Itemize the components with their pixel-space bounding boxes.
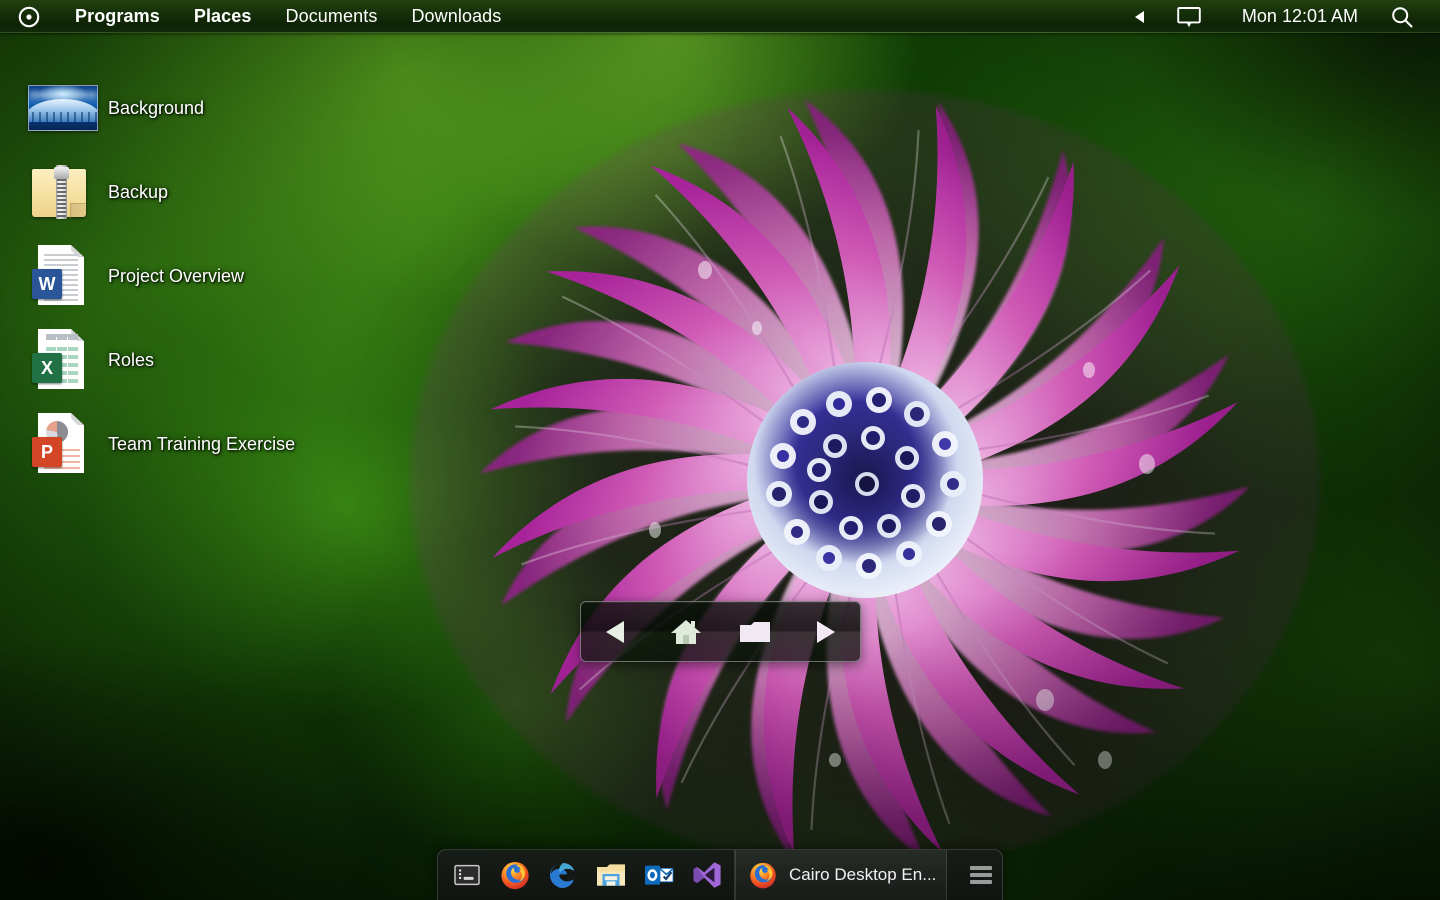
powerpoint-document-icon: P	[28, 413, 90, 475]
hamburger-menu-icon[interactable]	[960, 850, 1002, 900]
taskbar-item-firefox[interactable]	[495, 855, 535, 895]
desktop-icon-background[interactable]: Background	[0, 66, 360, 150]
terminal-icon	[454, 864, 480, 886]
taskbar-item-visual-studio[interactable]	[687, 855, 727, 895]
menubar: Programs Places Documents Downloads Mon …	[0, 0, 1440, 33]
desktop-icon-label: Backup	[108, 182, 168, 203]
desktop-icon-roles[interactable]: X Roles	[0, 318, 360, 402]
desktop[interactable]: Programs Places Documents Downloads Mon …	[0, 0, 1440, 900]
triangle-left-icon[interactable]	[1118, 10, 1162, 24]
desktop-icon-project-overview[interactable]: W Project Overview	[0, 234, 360, 318]
triangle-right-icon	[810, 617, 840, 647]
home-icon	[670, 617, 702, 647]
folder-icon	[738, 618, 772, 646]
triangle-left-icon	[601, 617, 631, 647]
firefox-icon	[748, 860, 778, 890]
taskbar-item-command-prompt[interactable]	[447, 855, 487, 895]
word-badge-letter: W	[32, 269, 62, 299]
forward-button[interactable]	[798, 608, 852, 656]
back-button[interactable]	[589, 608, 643, 656]
folder-explorer-icon	[595, 861, 627, 889]
folder-button[interactable]	[728, 608, 782, 656]
search-icon[interactable]	[1376, 5, 1424, 29]
taskbar-task-button[interactable]: Cairo Desktop En...	[735, 850, 947, 900]
taskbar-task-label: Cairo Desktop En...	[789, 865, 936, 885]
zip-folder-icon	[28, 161, 90, 223]
taskbar-item-outlook[interactable]	[639, 855, 679, 895]
word-document-icon: W	[28, 245, 90, 307]
excel-badge-letter: X	[32, 353, 62, 383]
taskbar-item-file-explorer[interactable]	[591, 855, 631, 895]
desktop-icon-label: Background	[108, 98, 204, 119]
desktop-icon-label: Project Overview	[108, 266, 244, 287]
cairo-target-icon[interactable]	[0, 0, 58, 33]
outlook-icon	[644, 861, 674, 889]
menu-item-programs[interactable]: Programs	[58, 0, 177, 33]
menu-item-downloads[interactable]: Downloads	[394, 0, 518, 33]
firefox-icon	[499, 859, 531, 891]
menu-item-places[interactable]: Places	[177, 0, 269, 33]
taskbar-item-edge[interactable]	[543, 855, 583, 895]
desktop-icon-team-training-exercise[interactable]: P Team Training Exercise	[0, 402, 360, 486]
monitor-icon[interactable]	[1162, 5, 1216, 29]
quick-launch-area	[438, 850, 727, 900]
desktop-icon-backup[interactable]: Backup	[0, 150, 360, 234]
menubar-tray: Mon 12:01 AM	[1118, 0, 1440, 33]
edge-icon	[548, 860, 578, 890]
clock[interactable]: Mon 12:01 AM	[1216, 6, 1376, 27]
image-thumbnail-icon	[28, 77, 90, 139]
navigation-widget	[580, 601, 861, 662]
powerpoint-badge-letter: P	[32, 437, 62, 467]
home-button[interactable]	[659, 608, 713, 656]
desktop-icon-label: Roles	[108, 350, 154, 371]
excel-document-icon: X	[28, 329, 90, 391]
menu-item-documents[interactable]: Documents	[269, 0, 395, 33]
desktop-icon-label: Team Training Exercise	[108, 434, 295, 455]
taskbar: Cairo Desktop En...	[437, 849, 1003, 900]
desktop-icon-list: Background Backup	[0, 66, 360, 486]
visual-studio-icon	[692, 860, 722, 890]
